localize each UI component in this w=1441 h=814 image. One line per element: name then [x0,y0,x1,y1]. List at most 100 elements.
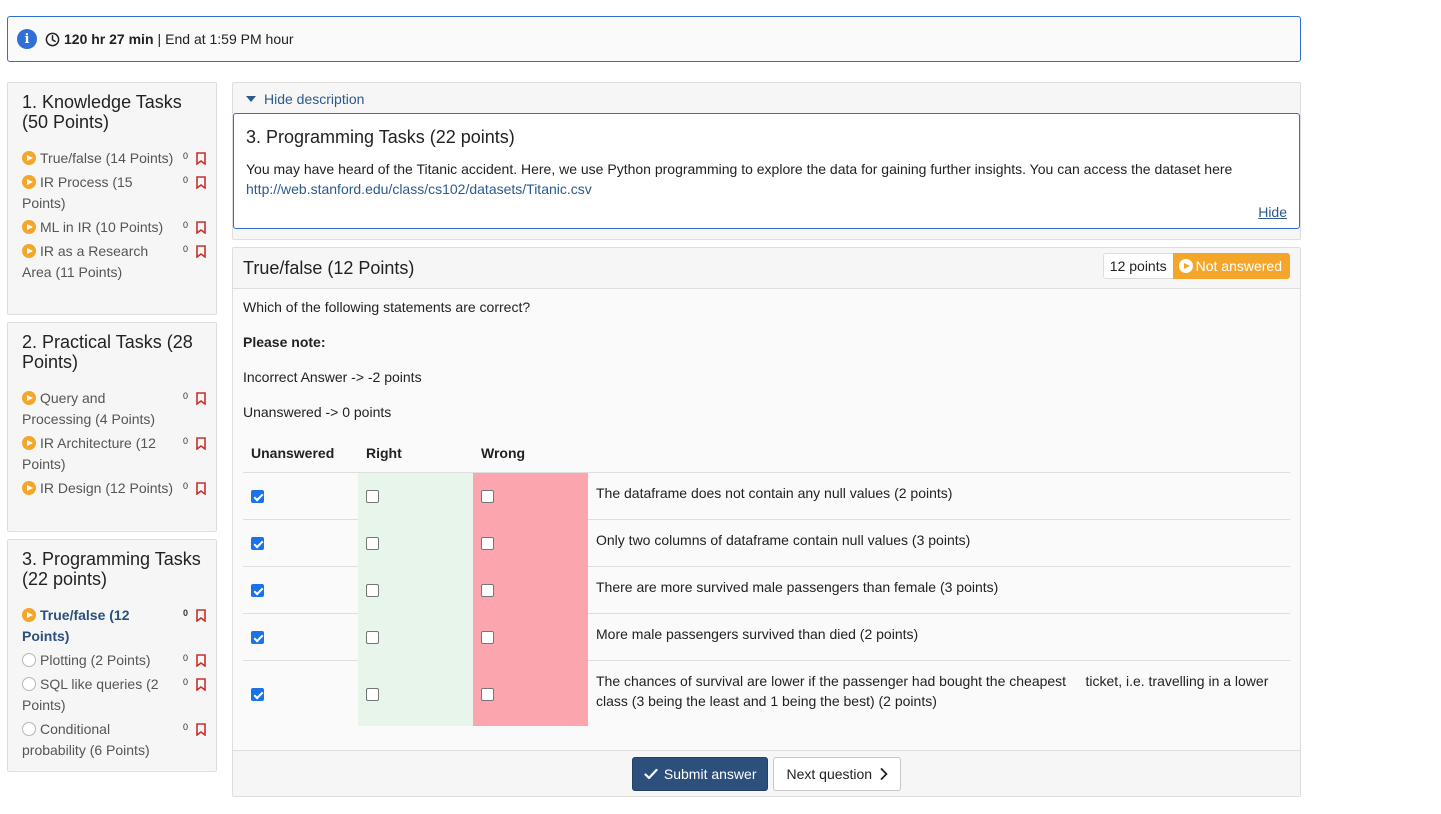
wrong-checkbox[interactable] [481,688,494,702]
not-started-icon [22,677,36,691]
in-progress-icon [22,481,36,495]
dataset-link[interactable]: http://web.stanford.edu/class/cs102/data… [246,181,592,197]
bookmark-icon[interactable] [196,221,206,234]
table-row: The dataframe does not contain any null … [243,472,1290,519]
answer-count: 0 [182,608,188,618]
table-row: The chances of survival are lower if the… [243,659,1290,726]
timer-bar: i 120 hr 27 min | End at 1:59 PM hour [7,16,1301,62]
bookmark-icon[interactable] [196,176,206,189]
unanswered-checkbox[interactable] [251,584,264,598]
sidebar-item-query-processing[interactable]: Query and Processing (4 Points) 0 [22,388,216,430]
statement-text: More male passengers survived than died … [588,612,1290,660]
answers-table: Unanswered Right Wrong The dataframe doe… [243,436,1290,726]
caret-down-icon [246,96,256,102]
answer-count: 0 [182,436,188,446]
wrong-checkbox[interactable] [481,490,494,504]
sidebar-item-plotting[interactable]: Plotting (2 Points) 0 [22,650,216,671]
sidebar-item-ir-process[interactable]: IR Process (15 Points) 0 [22,172,216,214]
section-title[interactable]: 2. Practical Tasks (28 Points) [22,332,216,372]
question-title: True/false (12 Points) [243,257,415,278]
in-progress-icon [22,175,36,189]
sidebar-item-conditional-probability[interactable]: Conditional probability (6 Points) 0 [22,719,216,761]
bookmark-icon[interactable] [196,245,206,258]
description-title: 3. Programming Tasks (22 points) [246,127,515,147]
answer-count: 0 [182,151,188,161]
bookmark-icon[interactable] [196,723,206,736]
sidebar-item-sql-queries[interactable]: SQL like queries (2 Points) 0 [22,674,216,716]
sidebar-item-ir-design[interactable]: IR Design (12 Points) 0 [22,478,216,499]
answer-count: 0 [182,175,188,185]
right-checkbox[interactable] [366,631,379,645]
bookmark-icon[interactable] [196,437,206,450]
in-progress-icon [22,391,36,405]
status-badge: Not answered [1172,253,1290,279]
column-header-unanswered: Unanswered [243,436,358,473]
question-body: Which of the following statements are co… [233,289,1300,726]
time-remaining: 120 hr 27 min [64,31,154,47]
unanswered-checkbox[interactable] [251,490,264,504]
column-header-wrong: Wrong [473,436,588,473]
right-checkbox[interactable] [366,490,379,504]
bookmark-icon[interactable] [196,392,206,405]
bookmark-icon[interactable] [196,678,206,691]
section-title[interactable]: 1. Knowledge Tasks (50 Points) [22,92,216,132]
wrong-checkbox[interactable] [481,537,494,551]
clock-icon [45,32,60,47]
sidebar-item-label: IR Process (15 Points) [22,174,133,211]
statement-text: The dataframe does not contain any null … [596,484,953,501]
table-row: There are more survived male passengers … [243,565,1290,613]
column-header-statement [588,436,1290,473]
answer-count: 0 [182,244,188,254]
sidebar-item-label: True/false (14 Points) [40,150,174,166]
bookmark-icon[interactable] [196,152,206,165]
info-icon: i [17,29,37,49]
in-progress-icon [22,608,36,622]
answer-count: 0 [182,722,188,732]
statement-text: The chances of survival are lower if the… [588,659,1290,726]
answer-count: 0 [182,391,188,401]
unanswered-checkbox[interactable] [251,631,264,645]
in-progress-icon [22,220,36,234]
not-started-icon [22,653,36,667]
section-title[interactable]: 3. Programming Tasks (22 points) [22,549,216,589]
sidebar-item-label: True/false (12 Points) [22,607,130,644]
statement-text: There are more survived male passengers … [588,565,1290,613]
in-progress-icon [22,436,36,450]
chevron-right-icon [880,767,888,780]
sidebar-section-practical: 2. Practical Tasks (28 Points) Query and… [7,322,217,532]
unanswered-checkbox[interactable] [251,537,264,551]
sidebar-item-label: IR as a Research Area (11 Points) [22,243,149,280]
sidebar-item-ir-research[interactable]: IR as a Research Area (11 Points) 0 [22,241,216,283]
statement-text: Only two columns of dataframe contain nu… [588,518,1290,566]
unanswered-checkbox[interactable] [251,688,264,702]
check-icon [644,768,658,779]
right-checkbox[interactable] [366,584,379,598]
wrong-checkbox[interactable] [481,584,494,598]
right-checkbox[interactable] [366,537,379,551]
bookmark-icon[interactable] [196,609,206,622]
sidebar-item-label: IR Design (12 Points) [40,480,174,496]
sidebar-item-true-false-active[interactable]: True/false (12 Points) 0 [22,605,216,647]
answer-count: 0 [182,220,188,230]
play-circle-icon [1178,259,1193,273]
description-box: 3. Programming Tasks (22 points) You may… [233,113,1300,229]
hide-description-toggle[interactable]: Hide description [246,91,364,107]
sidebar-item-ml-in-ir[interactable]: ML in IR (10 Points) 0 [22,217,216,238]
sidebar-item-ir-architecture[interactable]: IR Architecture (12 Points) 0 [22,433,216,475]
question-footer: Submit answer Next question [233,750,1300,796]
submit-label: Submit answer [663,765,757,782]
bookmark-icon[interactable] [196,654,206,667]
sidebar-item-label: Query and Processing (4 Points) [22,390,156,427]
submit-answer-button[interactable]: Submit answer [631,756,769,791]
bookmark-icon[interactable] [196,482,206,495]
hide-link[interactable]: Hide [1258,204,1287,220]
next-question-button[interactable]: Next question [773,756,902,791]
sidebar-item-true-false[interactable]: True/false (14 Points) 0 [22,148,216,169]
timer-end-text: End at 1:59 PM hour [165,31,294,47]
wrong-checkbox[interactable] [481,631,494,645]
answer-count: 0 [182,481,188,491]
right-checkbox[interactable] [366,688,379,702]
sidebar-item-label: SQL like queries (2 Points) [22,676,159,713]
column-header-right: Right [358,436,473,473]
sidebar-section-programming: 3. Programming Tasks (22 points) True/fa… [7,539,217,772]
